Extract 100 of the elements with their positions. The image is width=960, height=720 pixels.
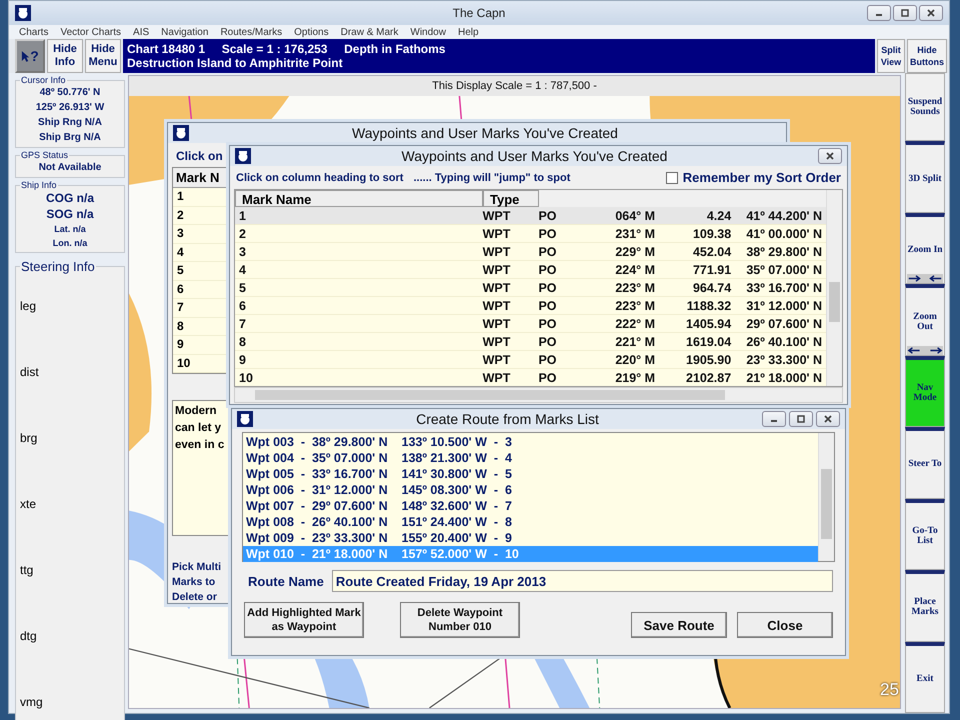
waypoint-item[interactable]: Wpt 003 - 38º 29.800' N 133º 10.500' W - 3 bbox=[243, 434, 818, 450]
scrollbar[interactable] bbox=[826, 190, 842, 386]
table-cell-text: PO bbox=[537, 316, 558, 330]
toolbar-button[interactable]: Hide Buttons bbox=[907, 39, 947, 73]
chart-name: Destruction Island to Amphitrite Point bbox=[127, 56, 344, 70]
remember-checkbox[interactable]: Remember my Sort Order bbox=[666, 170, 841, 185]
table-row[interactable]: 9 WPT PO 220° M 1905.90 23º 33.300' N bbox=[235, 351, 826, 369]
steering-label: brg bbox=[20, 431, 38, 445]
table-cell-text: 1619.04 bbox=[685, 334, 732, 348]
table-cell-text: 35º 07.000' N bbox=[745, 262, 824, 276]
table-row[interactable]: 4 WPT PO 224° M 771.91 35º 07.000' N bbox=[235, 261, 826, 279]
table-cell-text: 221° M bbox=[614, 334, 656, 348]
table-cell-text: 8 bbox=[238, 334, 247, 348]
maximize-icon bbox=[796, 414, 806, 424]
table-cell-text: 219° M bbox=[614, 370, 656, 384]
toolbar-button[interactable]: Hide Info bbox=[47, 39, 83, 73]
steering-label: dtg bbox=[20, 629, 37, 643]
add-waypoint-button[interactable]: Add Highlighted Mark as Waypoint bbox=[244, 602, 364, 638]
steering-label: xte bbox=[20, 497, 36, 511]
scrollbar[interactable] bbox=[234, 387, 843, 403]
side-button[interactable]: Zoom In bbox=[905, 212, 945, 284]
table-cell-text: 109.38 bbox=[692, 226, 732, 240]
table-cell-text: WPT bbox=[482, 370, 512, 384]
table-cell-text: WPT bbox=[482, 316, 512, 330]
close-icon bbox=[823, 414, 833, 424]
side-button[interactable]: Zoom Out bbox=[905, 284, 945, 356]
table-cell-text: 38º 29.800' N bbox=[745, 244, 824, 258]
close-button[interactable] bbox=[816, 411, 840, 427]
waypoint-item[interactable]: Wpt 006 - 31º 12.000' N 145º 08.300' W - 6 bbox=[243, 482, 818, 498]
close-button[interactable] bbox=[919, 5, 943, 21]
table-row[interactable]: 6 WPT PO 223° M 1188.32 31º 12.000' N bbox=[235, 297, 826, 315]
minimize-button[interactable] bbox=[762, 411, 786, 427]
waypoint-item[interactable]: Wpt 005 - 33º 16.700' N 141º 30.800' W - 5 bbox=[243, 466, 818, 482]
slide-number: 25 bbox=[880, 680, 899, 700]
panel-title: Cursor Info bbox=[20, 75, 67, 85]
table-cell-text: 10 bbox=[238, 370, 254, 384]
side-button[interactable]: 3D Split bbox=[905, 141, 945, 213]
table-cell-text: 1188.32 bbox=[686, 298, 732, 312]
side-button[interactable]: Suspend Sounds bbox=[905, 73, 945, 142]
table-cell-text: PO bbox=[537, 298, 558, 312]
help-button[interactable]: ? bbox=[15, 39, 45, 73]
table-cell-text: 220° M bbox=[614, 352, 656, 366]
side-button[interactable]: Steer To bbox=[905, 427, 945, 499]
maximize-button[interactable] bbox=[789, 411, 813, 427]
table-cell-text: PO bbox=[537, 370, 558, 384]
waypoint-item[interactable]: Wpt 007 - 29º 07.600' N 148º 32.600' W - 7 bbox=[243, 498, 818, 514]
menu-item[interactable]: Draw & Mark bbox=[340, 26, 398, 38]
route-name-field[interactable]: Route Created Friday, 19 Apr 2013 bbox=[332, 570, 833, 592]
waypoint-item[interactable]: Wpt 008 - 26º 40.100' N 151º 24.400' W - 8 bbox=[243, 514, 818, 530]
menu-item[interactable]: Help bbox=[458, 26, 479, 38]
table-cell-text: 964.74 bbox=[692, 280, 732, 294]
side-button[interactable]: Exit bbox=[905, 642, 945, 713]
cursor-reading: 48º 50.776' N bbox=[40, 86, 100, 100]
table-cell-text: 29º 07.600' N bbox=[745, 316, 824, 330]
table-row[interactable]: 7 WPT PO 222° M 1405.94 29º 07.600' N bbox=[235, 315, 826, 333]
toolbar-button[interactable]: Split View bbox=[877, 39, 905, 73]
table-cell-text: 31º 12.000' N bbox=[745, 298, 824, 312]
table-cell-text: 452.04 bbox=[692, 244, 732, 258]
table-row[interactable]: 3 WPT PO 229° M 452.04 38º 29.800' N bbox=[235, 243, 826, 261]
window-title: Waypoints and User Marks You've Created bbox=[400, 148, 668, 164]
menu-item[interactable]: Options bbox=[294, 26, 329, 38]
logo-icon bbox=[15, 5, 31, 21]
minimize-button[interactable] bbox=[867, 5, 891, 21]
sort-hint: Click on bbox=[176, 149, 223, 163]
table-row[interactable]: 8 WPT PO 221° M 1619.04 26º 40.100' N bbox=[235, 333, 826, 351]
ship-reading: COG n/a bbox=[46, 190, 94, 206]
menu-item[interactable]: Routes/Marks bbox=[220, 26, 282, 38]
menu-item[interactable]: Vector Charts bbox=[60, 26, 122, 38]
menu-item[interactable]: Navigation bbox=[161, 26, 208, 38]
table-cell-text: 223° M bbox=[614, 298, 656, 312]
delete-waypoint-button[interactable]: Delete Waypoint Number 010 bbox=[400, 602, 520, 638]
side-button[interactable]: Nav Mode bbox=[905, 356, 945, 428]
table-cell-text: 6 bbox=[238, 298, 247, 312]
table-cell-text: 1405.94 bbox=[685, 316, 732, 330]
waypoint-item[interactable]: Wpt 009 - 23º 33.300' N 155º 20.400' W - 9 bbox=[243, 530, 818, 546]
scrollbar[interactable] bbox=[818, 433, 834, 561]
side-button[interactable]: Go-To List bbox=[905, 498, 945, 570]
table-cell-text: 2102.87 bbox=[685, 370, 732, 384]
table-row[interactable]: 2 WPT PO 231° M 109.38 41º 00.000' N bbox=[235, 225, 826, 243]
save-route-button[interactable]: Save Route bbox=[631, 612, 727, 638]
note-text: even in c bbox=[175, 438, 224, 453]
ship-reading: Lat. n/a bbox=[54, 223, 86, 236]
side-button[interactable]: Place Marks bbox=[905, 570, 945, 642]
table-row[interactable]: 1 WPT PO 064° M 4.24 41º 44.200' N bbox=[235, 207, 826, 225]
waypoint-item[interactable]: Wpt 004 - 35º 07.000' N 138º 21.300' W - 4 bbox=[243, 450, 818, 466]
column-header[interactable]: Mark Name bbox=[235, 190, 483, 207]
pointer-icon bbox=[21, 50, 30, 62]
maximize-button[interactable] bbox=[893, 5, 917, 21]
note-text: can let y bbox=[175, 421, 222, 436]
table-cell-text: 9 bbox=[238, 352, 247, 366]
toolbar-button[interactable]: Hide Menu bbox=[85, 39, 121, 73]
close-button[interactable]: Close bbox=[737, 612, 833, 638]
table-row[interactable]: 5 WPT PO 223° M 964.74 33º 16.700' N bbox=[235, 279, 826, 297]
table-cell-text: 41º 00.000' N bbox=[745, 226, 824, 240]
column-header[interactable]: Type bbox=[483, 190, 539, 207]
close-button[interactable] bbox=[818, 148, 842, 164]
column-header[interactable]: Mark N bbox=[173, 168, 229, 188]
menu-item[interactable]: Window bbox=[410, 26, 446, 38]
menu-item[interactable]: Charts bbox=[19, 26, 48, 38]
menu-item[interactable]: AIS bbox=[133, 26, 150, 38]
